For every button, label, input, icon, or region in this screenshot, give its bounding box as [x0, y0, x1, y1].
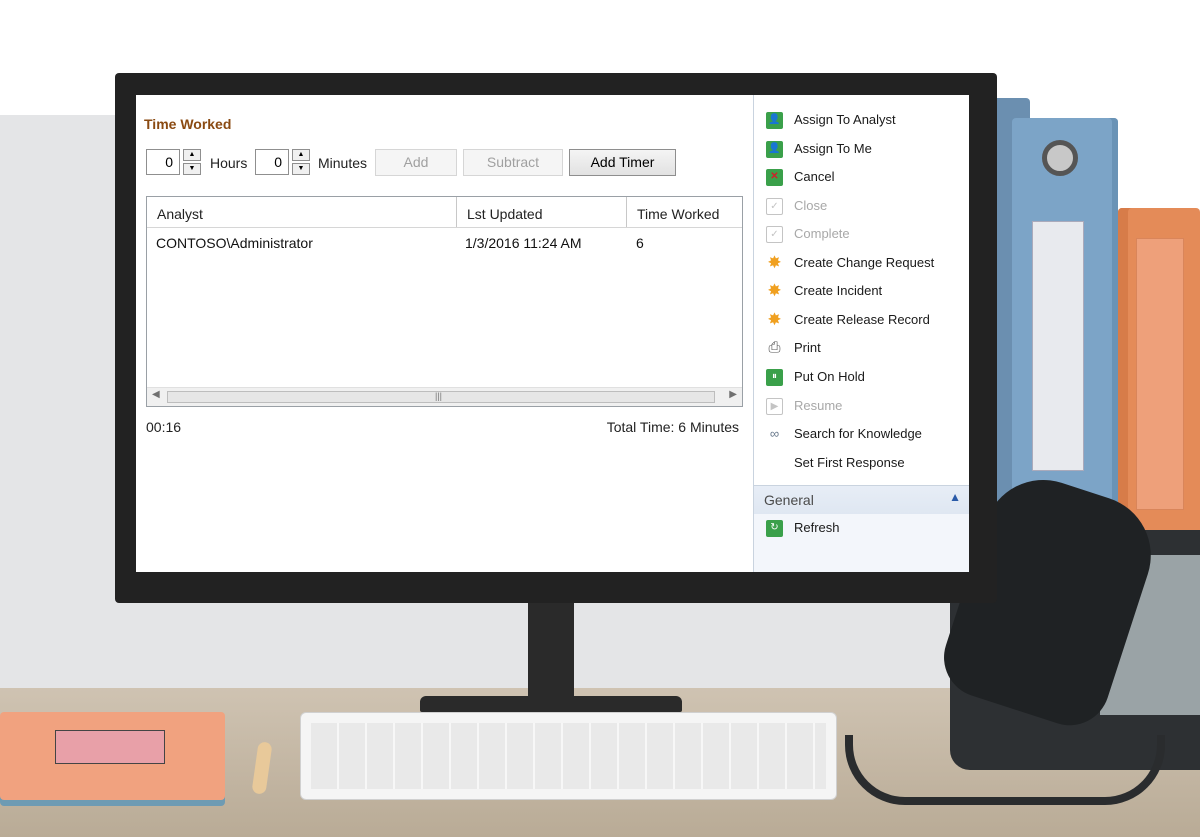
- time-worked-grid: Analyst Lst Updated Time Worked CONTOSO\…: [146, 196, 743, 407]
- hours-spinner[interactable]: ▲ ▼: [183, 149, 201, 175]
- task-label: Set First Response: [794, 455, 905, 470]
- total-time: Total Time: 6 Minutes: [606, 419, 739, 435]
- close-icon: ✓: [766, 198, 783, 215]
- hours-down-icon[interactable]: ▼: [183, 163, 201, 175]
- scroll-grip-icon: |||: [435, 391, 443, 401]
- task-set-first-response[interactable]: Set First Response: [766, 452, 966, 474]
- chevron-up-icon[interactable]: ▲: [949, 490, 961, 504]
- task-create-incident[interactable]: ✸ Create Incident: [766, 280, 966, 302]
- task-label: Close: [794, 198, 828, 213]
- star-icon: ✸: [767, 281, 782, 300]
- task-assign-to-me[interactable]: 👤 Assign To Me: [766, 138, 966, 160]
- hours-up-icon[interactable]: ▲: [183, 149, 201, 161]
- task-label: Create Release Record: [794, 312, 930, 327]
- assign-me-icon: 👤: [766, 141, 783, 158]
- task-close[interactable]: ✓ Close: [766, 195, 966, 217]
- grid-header: Analyst Lst Updated Time Worked: [147, 197, 742, 228]
- task-label: Assign To Analyst: [794, 112, 896, 127]
- complete-icon: ✓: [766, 226, 783, 243]
- binder-ring: [1042, 140, 1078, 176]
- task-label: Create Incident: [794, 283, 883, 298]
- scroll-right-icon[interactable]: ▶: [729, 389, 737, 400]
- minutes-spinner[interactable]: ▲ ▼: [292, 149, 310, 175]
- hours-label: Hours: [210, 155, 248, 171]
- monitor-stand: [528, 600, 574, 700]
- task-put-on-hold[interactable]: ⏸ Put On Hold: [766, 366, 966, 388]
- cell-time-worked: 6: [636, 235, 644, 251]
- task-label: Put On Hold: [794, 369, 865, 384]
- task-create-change-request[interactable]: ✸ Create Change Request: [766, 252, 966, 274]
- star-icon: ✸: [767, 310, 782, 329]
- task-search-for-knowledge[interactable]: ∞ Search for Knowledge: [766, 423, 966, 445]
- general-label: General: [764, 492, 814, 508]
- task-complete[interactable]: ✓ Complete: [766, 223, 966, 245]
- cell-analyst: CONTOSO\Administrator: [156, 235, 313, 251]
- tasks-list: 👤 Assign To Analyst 👤 Assign To Me ✕ Can…: [754, 95, 969, 485]
- binder-label: [1032, 221, 1084, 471]
- star-icon: ✸: [767, 253, 782, 272]
- tasks-pane: 👤 Assign To Analyst 👤 Assign To Me ✕ Can…: [753, 95, 969, 572]
- task-label: Create Change Request: [794, 255, 935, 270]
- resume-icon: ▶: [766, 398, 783, 415]
- column-last-updated[interactable]: Lst Updated: [457, 197, 627, 227]
- link-icon: ∞: [769, 426, 780, 441]
- cancel-icon: ✕: [766, 169, 783, 186]
- section-title: Time Worked: [144, 116, 232, 132]
- minutes-input[interactable]: 0: [255, 149, 289, 175]
- task-assign-to-analyst[interactable]: 👤 Assign To Analyst: [766, 109, 966, 131]
- keyboard: [300, 712, 837, 800]
- task-cancel[interactable]: ✕ Cancel: [766, 166, 966, 188]
- task-create-release-record[interactable]: ✸ Create Release Record: [766, 309, 966, 331]
- orange-binder: [1118, 208, 1200, 538]
- task-refresh[interactable]: ↻ Refresh: [766, 517, 966, 539]
- task-label: Resume: [794, 398, 843, 413]
- monitor-screen: Time Worked 0 ▲ ▼ Hours 0 ▲ ▼ Minutes Ad…: [136, 95, 969, 572]
- printer-icon: ⎙: [768, 339, 781, 356]
- hold-icon: ⏸: [766, 369, 783, 386]
- task-label: Cancel: [794, 169, 835, 184]
- scroll-left-icon[interactable]: ◀: [152, 389, 160, 400]
- minutes-label: Minutes: [318, 155, 368, 171]
- timer-display: 00:16: [146, 419, 182, 435]
- notebook: [0, 712, 225, 800]
- monitor-base: [420, 696, 682, 712]
- time-worked-panel: Time Worked 0 ▲ ▼ Hours 0 ▲ ▼ Minutes Ad…: [136, 95, 753, 572]
- general-section-header[interactable]: General ▲: [754, 485, 969, 514]
- notebook-tab: [55, 730, 165, 764]
- horizontal-scrollbar[interactable]: ◀ ||| ▶: [147, 387, 742, 406]
- phone-cord: [845, 735, 1165, 805]
- task-print[interactable]: ⎙ Print: [766, 337, 966, 359]
- assign-analyst-icon: 👤: [766, 112, 783, 129]
- task-label: Complete: [794, 226, 850, 241]
- task-label: Assign To Me: [794, 141, 872, 156]
- keyboard-keys: [311, 723, 826, 789]
- column-time-worked[interactable]: Time Worked: [627, 197, 742, 227]
- task-label: Search for Knowledge: [794, 426, 922, 441]
- hours-input[interactable]: 0: [146, 149, 180, 175]
- add-timer-button[interactable]: Add Timer: [569, 149, 676, 176]
- cell-last-updated: 1/3/2016 11:24 AM: [465, 235, 582, 251]
- task-label: Refresh: [794, 520, 840, 535]
- column-analyst[interactable]: Analyst: [147, 197, 457, 227]
- subtract-button[interactable]: Subtract: [463, 149, 563, 176]
- minutes-down-icon[interactable]: ▼: [292, 163, 310, 175]
- task-label: Print: [794, 340, 821, 355]
- task-resume[interactable]: ▶ Resume: [766, 395, 966, 417]
- refresh-icon: ↻: [766, 520, 783, 537]
- add-button[interactable]: Add: [375, 149, 457, 176]
- minutes-up-icon[interactable]: ▲: [292, 149, 310, 161]
- binder-label: [1136, 238, 1184, 510]
